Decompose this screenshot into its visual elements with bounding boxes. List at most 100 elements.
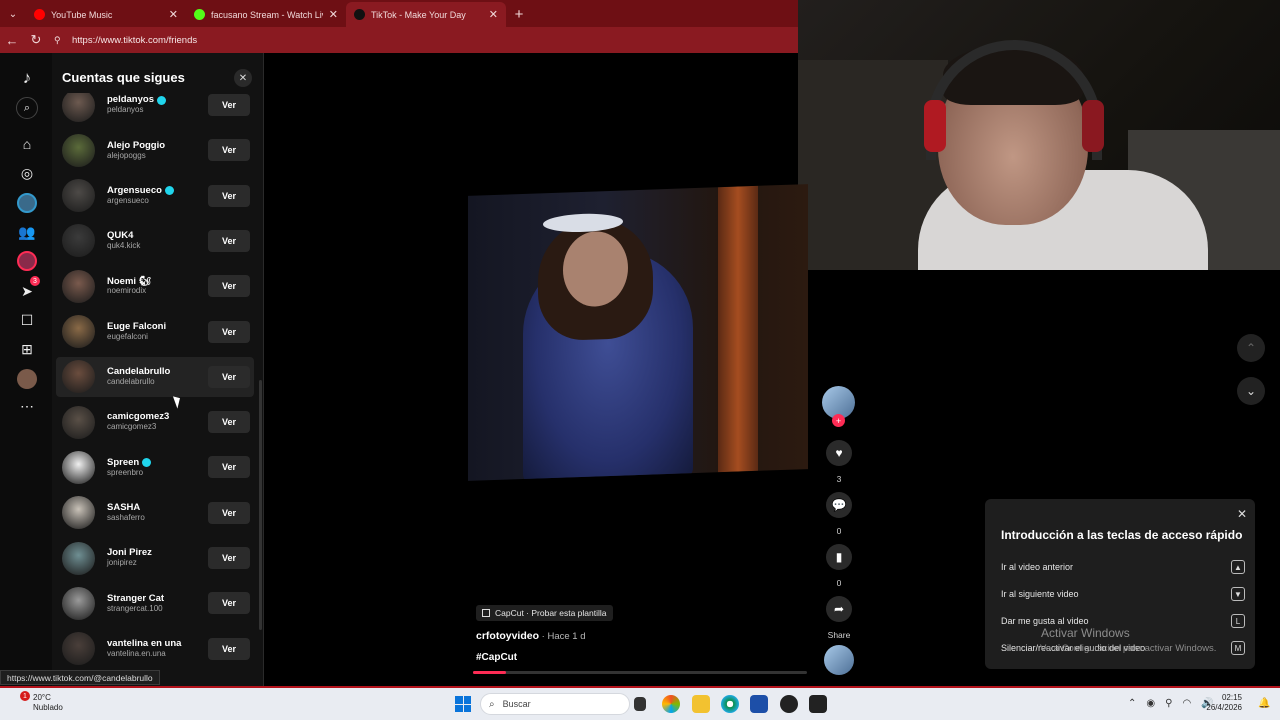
followed-account-row[interactable]: Argensueco argensueco Ver <box>56 176 254 216</box>
account-avatar[interactable] <box>62 93 95 122</box>
followed-account-row[interactable]: SASHA sashaferro Ver <box>56 493 254 533</box>
video-time: · Hace 1 d <box>539 631 586 642</box>
inbox-icon[interactable]: ☐ <box>14 307 40 333</box>
back-button[interactable]: ← <box>0 29 24 51</box>
followed-account-row[interactable]: camicgomez3 camicgomez3 Ver <box>56 402 254 442</box>
account-avatar[interactable] <box>62 450 95 484</box>
video-author[interactable]: crfotoyvideo · Hace 1 d <box>476 630 585 642</box>
followed-account-row[interactable]: peldanyos peldanyos Ver <box>56 93 254 125</box>
browser-tab[interactable]: TikTok - Make Your Day ✕ <box>346 2 506 27</box>
sound-disc-icon[interactable] <box>824 645 854 675</box>
following-avatar-icon[interactable] <box>17 193 37 213</box>
view-account-button[interactable]: Ver <box>208 94 250 116</box>
previous-video-button[interactable]: ⌃ <box>1237 334 1265 362</box>
view-account-button[interactable]: Ver <box>208 320 250 343</box>
followed-account-row[interactable]: Joni Pirez jonipirez Ver <box>56 538 254 578</box>
search-icon[interactable]: ⌕ <box>16 97 38 119</box>
address-bar[interactable]: ⚲ https://www.tiktok.com/friends <box>54 30 794 50</box>
view-account-button[interactable]: Ver <box>208 411 250 434</box>
notifications-icon[interactable]: 🔔 <box>1258 698 1270 709</box>
close-icon[interactable]: ✕ <box>1237 507 1247 521</box>
account-avatar[interactable] <box>62 496 95 530</box>
messages-icon[interactable]: ➤ 3 <box>14 276 40 304</box>
verified-badge-icon <box>157 95 166 105</box>
profile-avatar[interactable] <box>17 369 37 389</box>
followed-account-row[interactable]: Alejo Poggio alejopoggs Ver <box>56 130 254 170</box>
view-account-button[interactable]: Ver <box>208 365 250 388</box>
account-avatar[interactable] <box>62 224 95 258</box>
tab-close-icon[interactable]: ✕ <box>489 8 498 21</box>
view-account-button[interactable]: Ver <box>208 501 250 524</box>
close-icon[interactable]: ✕ <box>234 69 252 87</box>
store-icon[interactable] <box>750 695 768 713</box>
followed-account-row[interactable]: vantelina en una vantelina.en.una Ver <box>56 629 254 669</box>
account-avatar[interactable] <box>62 133 95 167</box>
friends-icon[interactable]: 👥 <box>14 219 40 245</box>
video-player[interactable] <box>468 184 808 481</box>
account-avatar[interactable] <box>62 360 95 394</box>
view-account-button[interactable]: Ver <box>208 547 250 569</box>
usb-icon[interactable]: ⚲ <box>1165 698 1172 709</box>
comment-icon[interactable]: 💬 <box>826 492 852 518</box>
upload-icon[interactable]: ⊞ <box>14 336 40 362</box>
account-name-line: Candelabrullo <box>107 367 208 377</box>
panel-scrollbar[interactable] <box>259 380 262 630</box>
view-account-button[interactable]: Ver <box>208 592 250 615</box>
view-account-button[interactable]: Ver <box>208 456 250 479</box>
followed-account-row[interactable]: Euge Falconi eugefalconi Ver <box>56 312 254 352</box>
site-info-icon[interactable]: ⚲ <box>54 35 68 46</box>
taskbar-search[interactable]: ⌕ Buscar <box>480 693 630 715</box>
app-icon[interactable] <box>780 695 798 713</box>
account-avatar[interactable] <box>62 405 95 439</box>
home-icon[interactable]: ⌂ <box>14 131 40 157</box>
share-icon[interactable]: ➦ <box>826 596 852 622</box>
video-hashtag[interactable]: #CapCut <box>476 652 517 663</box>
account-avatar[interactable] <box>62 586 95 620</box>
account-name-line: Stranger Cat <box>107 593 208 604</box>
new-tab-button[interactable]: + <box>506 2 532 27</box>
view-account-button[interactable]: Ver <box>208 229 250 252</box>
weather-widget[interactable]: 20°C Nublado <box>33 693 63 712</box>
reload-button[interactable]: ↻ <box>24 29 48 51</box>
task-view-icon[interactable] <box>634 697 646 711</box>
tiktok-logo-icon[interactable]: ♪ <box>14 65 40 91</box>
tab-close-icon[interactable]: ✕ <box>169 8 178 21</box>
view-account-button[interactable]: Ver <box>208 139 250 162</box>
browser-tab[interactable]: YouTube Music ✕ <box>26 2 186 27</box>
tab-list-button[interactable]: ⌄ <box>0 2 26 27</box>
live-icon[interactable] <box>17 251 37 271</box>
account-avatar[interactable] <box>62 632 95 666</box>
browser-tab[interactable]: facusano Stream - Watch Live on K ✕ <box>186 2 346 27</box>
followed-account-row[interactable]: QUK4 quk4.kick Ver <box>56 221 254 261</box>
followed-account-row[interactable]: Spreen spreenbro Ver <box>56 447 254 487</box>
capcut-template-link[interactable]: CapCut · Probar esta plantilla <box>476 604 613 622</box>
follow-plus-icon[interactable]: + <box>832 414 845 427</box>
wifi-icon[interactable]: ◠ <box>1182 698 1191 709</box>
clock[interactable]: 02:15 26/4/2026 <box>1206 693 1242 714</box>
account-avatar[interactable] <box>62 315 95 348</box>
video-progress-bar[interactable] <box>473 671 807 674</box>
followed-account-row[interactable]: Stranger Cat strangercat.100 Ver <box>56 583 254 623</box>
tab-close-icon[interactable]: ✕ <box>329 8 338 21</box>
network-icon[interactable]: ◉ <box>1146 698 1155 709</box>
start-button[interactable] <box>455 696 471 712</box>
more-icon[interactable]: ⋯ <box>14 393 40 419</box>
app-icon[interactable] <box>809 695 827 713</box>
followed-account-row[interactable]: Noemi 🐿 noemirodix Ver <box>56 266 254 306</box>
chevron-up-icon[interactable]: ⌃ <box>1128 698 1136 709</box>
copilot-icon[interactable] <box>662 695 680 713</box>
explore-icon[interactable]: ◎ <box>14 160 40 186</box>
browser-icon[interactable] <box>721 695 739 713</box>
like-icon[interactable]: ♥ <box>826 440 852 466</box>
account-text: Euge Falconi eugefalconi <box>107 321 208 341</box>
followed-account-row[interactable]: Candelabrullo candelabrullo Ver <box>56 356 254 397</box>
account-avatar[interactable] <box>62 541 95 575</box>
view-account-button[interactable]: Ver <box>208 275 250 298</box>
file-explorer-icon[interactable] <box>692 695 710 713</box>
next-video-button[interactable]: ⌄ <box>1237 377 1265 405</box>
account-avatar[interactable] <box>62 179 95 213</box>
bookmark-icon[interactable]: ▮ <box>826 544 852 570</box>
account-avatar[interactable] <box>62 269 95 303</box>
view-account-button[interactable]: Ver <box>208 637 250 660</box>
view-account-button[interactable]: Ver <box>208 184 250 207</box>
